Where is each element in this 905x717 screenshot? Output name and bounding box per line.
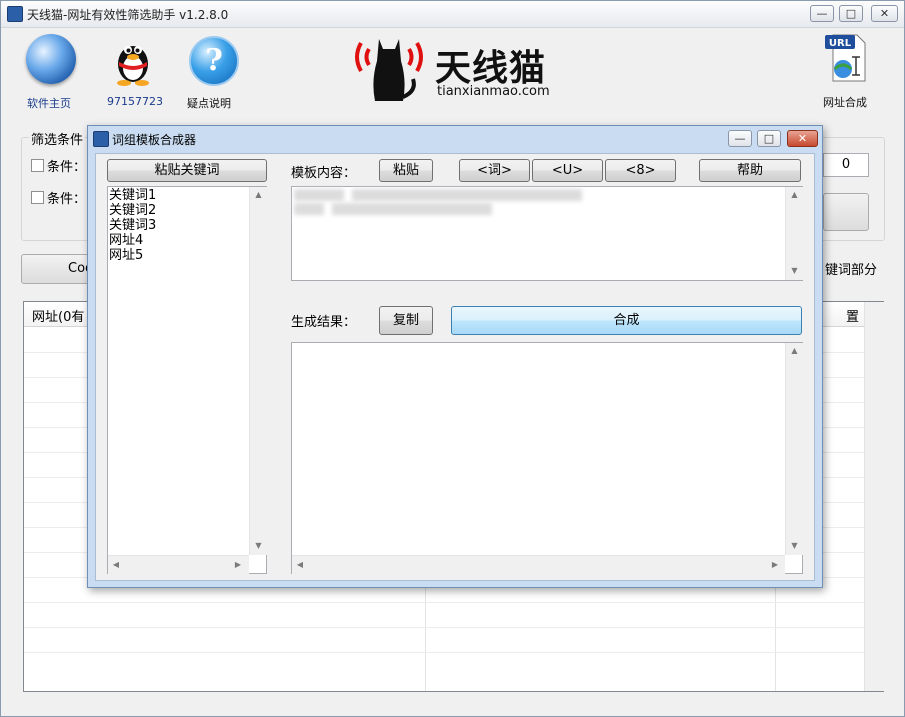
keyword-line: 网址5 [109,248,144,263]
window-title: 天线猫-网址有效性筛选助手 v1.2.8.0 [27,8,229,22]
scroll-up-icon[interactable]: ▲ [250,190,267,200]
compose-button[interactable]: 合成 [451,306,802,335]
dialog-title-bar: 词组模板合成器 — □ ✕ [88,126,822,150]
condition1-label: 条件： [47,160,87,175]
main-title-bar: 天线猫-网址有效性筛选助手 v1.2.8.0 — □ ✕ [1,1,904,28]
filter-group-label: 筛选条件 [29,129,86,148]
scroll-right-icon[interactable]: ▶ [233,560,243,570]
app-icon [7,6,23,22]
dialog-app-icon [93,131,109,147]
keyword-part-label: 键词部分 [825,263,878,278]
result-textbox[interactable]: ▲ ▼ ◀ ▶ [291,342,803,574]
template-textbox[interactable]: ▲ ▼ [291,186,803,281]
keyword-line: 网址4 [109,233,144,248]
keyword-line: 关键词2 [109,203,157,218]
scroll-up-icon[interactable]: ▲ [786,190,803,200]
result-horizontal-scrollbar[interactable]: ◀ ▶ [292,555,785,574]
grid-scrollbar[interactable] [864,302,884,691]
background-action-button[interactable] [823,193,869,231]
dialog-title: 词组模板合成器 [112,133,197,147]
cat-antenna-icon [355,39,423,101]
dialog-close-button[interactable]: ✕ [787,130,818,147]
qq-number: 97157723 [107,95,163,108]
keyword-line: 关键词3 [109,218,157,233]
question-icon: ? [189,36,239,86]
keywords-textbox[interactable]: 关键词1 关键词2 关键词3 网址4 网址5 ▲ ▼ ◀ ▶ [107,186,267,574]
scroll-left-icon[interactable]: ◀ [295,560,305,570]
redacted-text [352,189,582,201]
scroll-down-icon[interactable]: ▼ [250,541,267,551]
home-tool[interactable]: 软件主页 [21,34,83,112]
condition2-label: 条件： [47,192,87,207]
keywords-horizontal-scrollbar[interactable]: ◀ ▶ [108,555,249,574]
minimize-button[interactable]: — [810,5,834,22]
template-composer-dialog: 词组模板合成器 — □ ✕ 粘贴关键词 关键词1 关键词2 关键词3 网址4 网… [87,125,823,588]
condition1-checkbox[interactable] [31,159,44,172]
help-button[interactable]: 帮助 [699,159,801,182]
paste-template-button[interactable]: 粘贴 [379,159,433,182]
copy-button[interactable]: 复制 [379,306,433,335]
redacted-text [294,189,344,201]
keywords-vertical-scrollbar[interactable]: ▲ ▼ [249,187,267,555]
insert-u-tag-button[interactable]: <U> [532,159,603,182]
url-document-icon: URL [825,34,866,82]
scroll-down-icon[interactable]: ▼ [786,266,803,276]
number-input[interactable]: 0 [823,153,869,177]
template-label: 模板内容： [291,166,357,181]
result-vertical-scrollbar[interactable]: ▲ ▼ [785,343,803,555]
globe-icon [26,34,76,84]
url-badge: URL [829,38,852,49]
help-tool[interactable]: ? 疑点说明 [185,34,243,112]
dialog-minimize-button[interactable]: — [728,130,752,147]
logo: 天线猫 tianxianmao.com [351,31,551,106]
help-label: 疑点说明 [187,97,231,110]
keyword-line: 关键词1 [109,188,157,203]
result-label: 生成结果： [291,315,357,330]
scroll-down-icon[interactable]: ▼ [786,541,803,551]
col-position-header[interactable]: 置 [846,306,859,325]
maximize-button[interactable]: □ [839,5,863,22]
redacted-text [294,203,324,215]
insert-word-tag-button[interactable]: <词> [459,159,530,182]
paste-keywords-button[interactable]: 粘贴关键词 [107,159,267,182]
scroll-right-icon[interactable]: ▶ [770,560,780,570]
redacted-text [332,203,492,215]
close-button[interactable]: ✕ [871,5,898,22]
scroll-left-icon[interactable]: ◀ [111,560,121,570]
dialog-maximize-button[interactable]: □ [757,130,781,147]
penguin-icon [117,46,149,86]
condition2-checkbox[interactable] [31,191,44,204]
scroll-up-icon[interactable]: ▲ [786,346,803,356]
url-merge-tool[interactable]: URL 网址合成 [819,31,883,111]
template-vertical-scrollbar[interactable]: ▲ ▼ [785,187,803,280]
logo-domain: tianxianmao.com [437,84,550,99]
url-merge-label: 网址合成 [823,96,867,109]
col-url-header[interactable]: 网址(0有 [32,306,84,325]
qq-tool[interactable]: 97157723 [105,34,163,112]
home-label: 软件主页 [27,97,71,110]
dialog-body: 粘贴关键词 关键词1 关键词2 关键词3 网址4 网址5 ▲ ▼ ◀ ▶ 模板内… [95,153,815,581]
insert-8-tag-button[interactable]: <8> [605,159,676,182]
